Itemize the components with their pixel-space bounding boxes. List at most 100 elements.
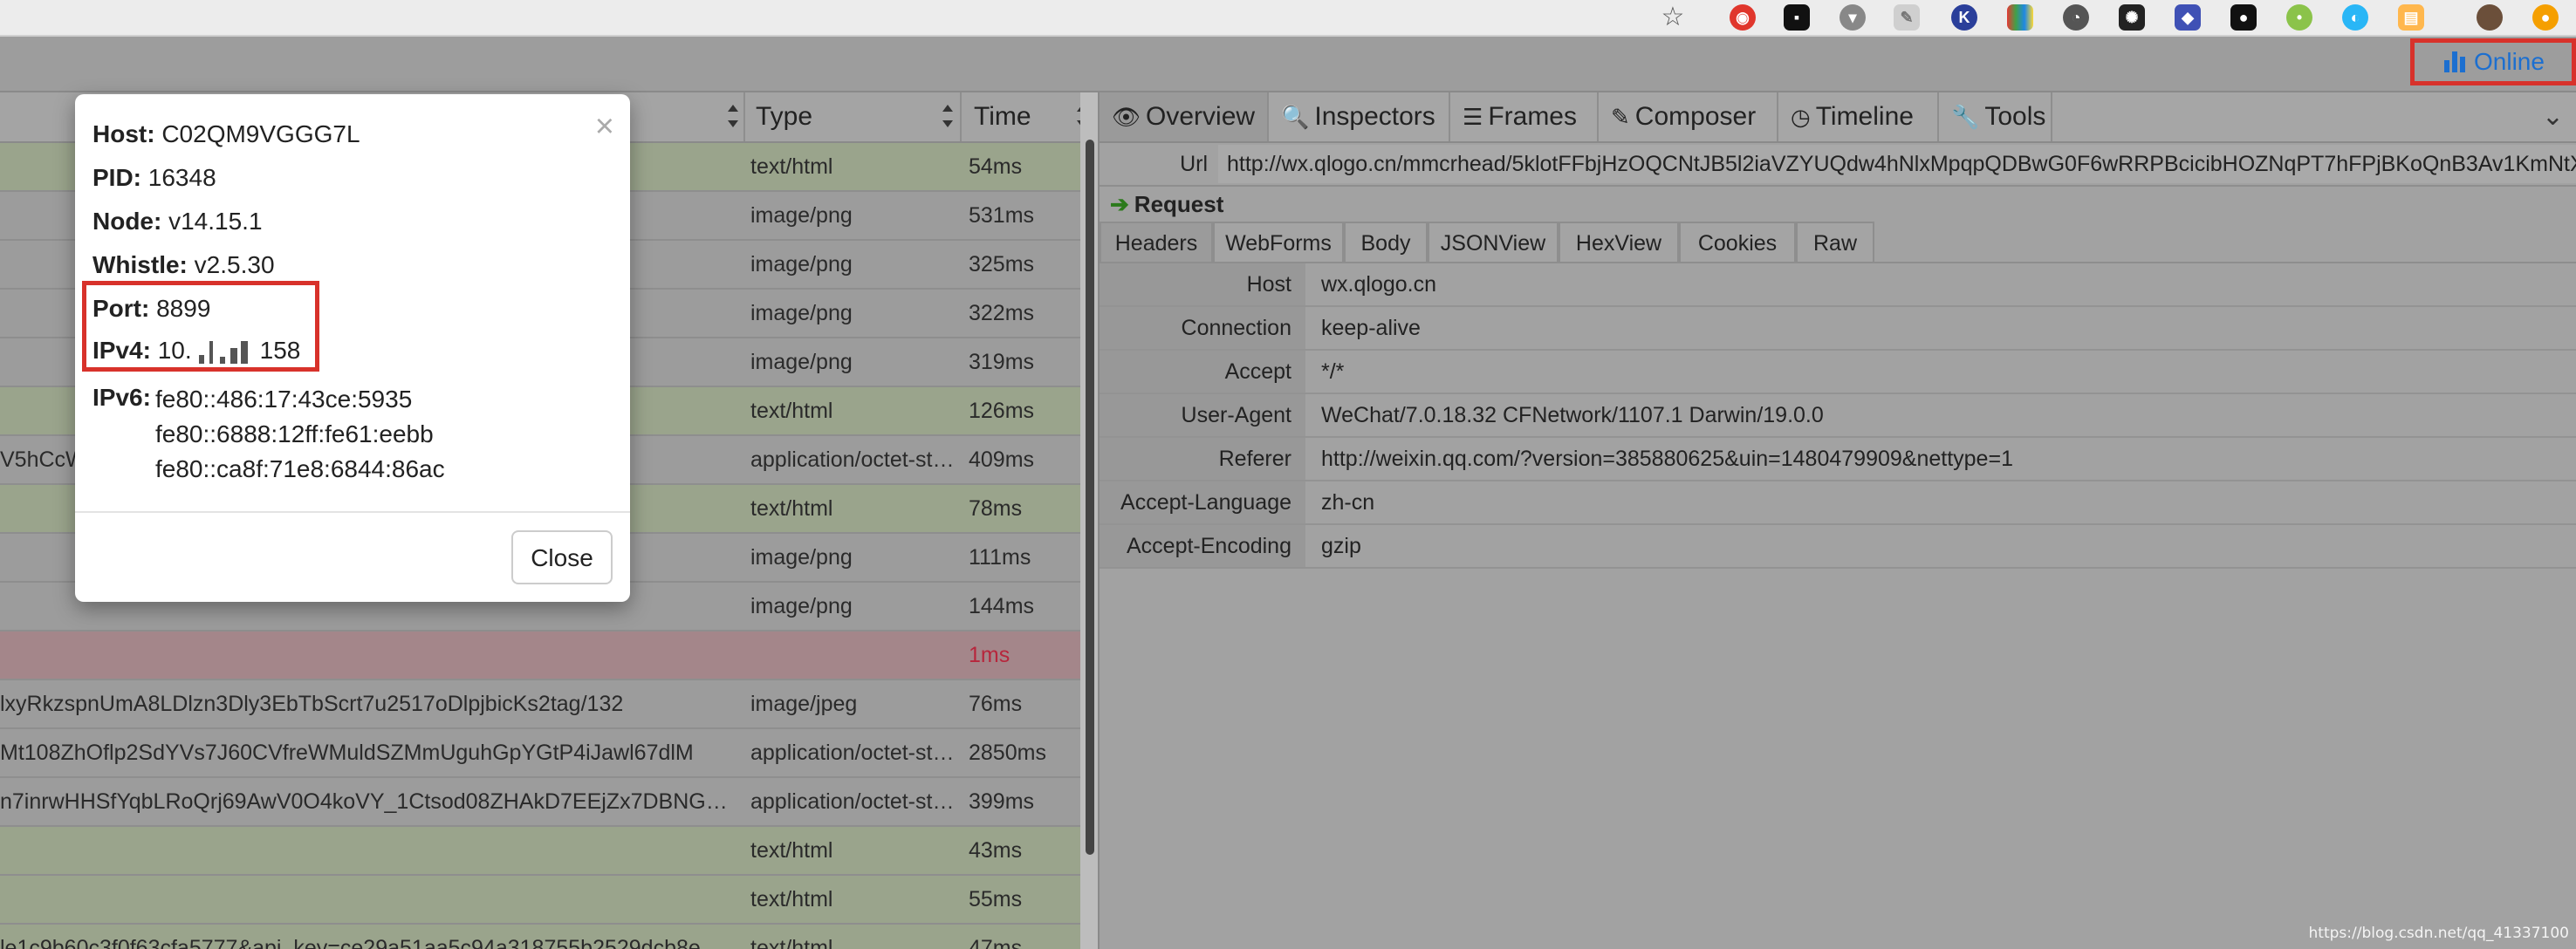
extension-note-icon[interactable]: ▤ bbox=[2398, 4, 2424, 31]
column-time-header[interactable]: Time bbox=[974, 92, 1031, 141]
tab-frames[interactable]: ☰ Frames bbox=[1450, 92, 1599, 141]
pid-label: PID: bbox=[92, 164, 141, 191]
chevron-down-icon[interactable]: ⌄ bbox=[2542, 101, 2564, 132]
tab-label: Timeline bbox=[1815, 102, 1914, 131]
sort-time-icon[interactable] bbox=[1075, 103, 1080, 129]
row-time: 322ms bbox=[969, 301, 1035, 325]
row-type: image/png bbox=[750, 350, 853, 374]
clock-icon: ◷ bbox=[1791, 104, 1811, 130]
tab-inspectors[interactable]: 🔍 Inspectors bbox=[1269, 92, 1450, 141]
row-time: 2850ms bbox=[969, 741, 1046, 765]
subtab-body[interactable]: Body bbox=[1344, 222, 1428, 262]
list-scrollbar[interactable] bbox=[1086, 140, 1094, 855]
extension-feather-icon[interactable]: ✎ bbox=[1894, 4, 1920, 31]
table-row[interactable]: le1c9b60c3f0f63cfa5777&api_key=ce29a51aa… bbox=[0, 925, 1080, 949]
table-row[interactable]: n7inrwHHSfYqbLRoQrj69AwV0O4koVY_1Ctsod08… bbox=[0, 778, 1080, 827]
extension-vue-icon[interactable]: ▾ bbox=[1840, 4, 1866, 31]
tab-timeline[interactable]: ◷ Timeline bbox=[1778, 92, 1939, 141]
subtab-raw[interactable]: Raw bbox=[1796, 222, 1874, 262]
wrench-icon: 🔧 bbox=[1951, 104, 1980, 130]
request-section-title[interactable]: ➔ Request bbox=[1110, 187, 1223, 222]
whistle-value: v2.5.30 bbox=[194, 251, 275, 278]
profile-avatar-icon[interactable] bbox=[2477, 4, 2503, 31]
header-value[interactable]: keep-alive bbox=[1321, 307, 1421, 349]
subtab-webforms[interactable]: WebForms bbox=[1213, 222, 1344, 262]
close-icon[interactable]: × bbox=[595, 110, 614, 143]
tab-composer[interactable]: ✎ Composer bbox=[1599, 92, 1778, 141]
request-title-label: Request bbox=[1134, 191, 1224, 217]
ipv6-address: fe80::486:17:43ce:5935 bbox=[155, 386, 413, 413]
request-headers-table: Host wx.qlogo.cn Connection keep-alive Accep… bbox=[1100, 263, 2576, 569]
column-type-header[interactable]: Type bbox=[756, 92, 812, 141]
port-line: Port: 8899 bbox=[92, 293, 210, 324]
table-row[interactable]: 1ms bbox=[0, 632, 1080, 680]
table-row[interactable]: lxyRkzspnUmA8LDlzn3Dly3EbTbScrt7u2517oDl… bbox=[0, 680, 1080, 729]
sort-url-icon[interactable] bbox=[726, 103, 740, 129]
extension-red-icon[interactable]: ◉ bbox=[1730, 4, 1756, 31]
header-value[interactable]: http://weixin.qq.com/?version=385880625&… bbox=[1321, 438, 2013, 480]
row-url: lxyRkzspnUmA8LDlzn3Dly3EbTbScrt7u2517oDl… bbox=[0, 692, 624, 716]
extension-jetbrains-icon[interactable]: ▪ bbox=[1784, 4, 1810, 31]
table-row[interactable]: text/html 55ms bbox=[0, 876, 1080, 925]
tab-overview[interactable]: 👁 Overview bbox=[1100, 92, 1269, 141]
sort-type-icon[interactable] bbox=[941, 103, 955, 129]
close-button[interactable]: Close bbox=[511, 530, 613, 584]
pid-value: 16348 bbox=[147, 164, 216, 191]
whistle-line: Whistle: v2.5.30 bbox=[92, 249, 275, 281]
header-row: Host wx.qlogo.cn bbox=[1100, 263, 2576, 307]
url-value[interactable]: http://wx.qlogo.cn/mmcrhead/5klotFFbjHzO… bbox=[1218, 145, 2576, 183]
node-value: v14.15.1 bbox=[168, 208, 263, 235]
row-type: image/png bbox=[750, 594, 853, 618]
header-value[interactable]: wx.qlogo.cn bbox=[1321, 263, 1436, 305]
ipv4-prefix: 10. bbox=[157, 337, 192, 364]
tab-tools[interactable]: 🔧 Tools bbox=[1939, 92, 2052, 141]
row-type: image/jpeg bbox=[750, 692, 858, 716]
subtab-hexview[interactable]: HexView bbox=[1559, 222, 1679, 262]
table-row[interactable]: text/html 43ms bbox=[0, 827, 1080, 876]
extension-clock-icon[interactable]: ◔ bbox=[2063, 4, 2089, 31]
extension-glasses-icon[interactable]: ● bbox=[2230, 4, 2257, 31]
list-icon: ☰ bbox=[1463, 104, 1483, 130]
tab-label: Composer bbox=[1634, 102, 1757, 131]
url-row: Url http://wx.qlogo.cn/mmcrhead/5klotFFb… bbox=[1100, 143, 2576, 187]
whistle-menu-bar: Online bbox=[0, 37, 2576, 92]
row-type: text/html bbox=[750, 887, 833, 911]
host-line: Host: C02QM9VGGG7L bbox=[92, 119, 360, 150]
bookmark-star-icon[interactable]: ☆ bbox=[1660, 4, 1686, 31]
extension-k-icon[interactable]: K bbox=[1951, 4, 1977, 31]
header-row: Referer http://weixin.qq.com/?version=385… bbox=[1100, 438, 2576, 481]
extension-balloon-icon[interactable]: ◐ bbox=[2342, 4, 2368, 31]
port-value: 8899 bbox=[156, 295, 211, 322]
ipv4-line: IPv4: 10. 158 bbox=[92, 335, 300, 366]
row-url: n7inrwHHSfYqbLRoQrj69AwV0O4koVY_1Ctsod08… bbox=[0, 789, 733, 814]
column-separator bbox=[743, 92, 745, 141]
row-type: application/octet-st… bbox=[750, 447, 955, 472]
subtab-cookies[interactable]: Cookies bbox=[1679, 222, 1796, 262]
row-type: image/png bbox=[750, 545, 853, 570]
header-value[interactable]: zh-cn bbox=[1321, 481, 1374, 523]
row-type: image/png bbox=[750, 301, 853, 325]
header-value[interactable]: gzip bbox=[1321, 525, 1361, 567]
ipv4-label: IPv4: bbox=[92, 337, 151, 364]
header-row: Accept-Language zh-cn bbox=[1100, 481, 2576, 525]
table-row[interactable]: Mt108ZhOflp2SdYVs7J60CVfreWMuldSZMmUguhG… bbox=[0, 729, 1080, 778]
whistle-label: Whistle: bbox=[92, 251, 188, 278]
eye-icon: 👁 bbox=[1112, 104, 1141, 130]
request-subtabs: Headers WebForms Body JSONView HexView C… bbox=[1100, 222, 2576, 263]
header-row: Connection keep-alive bbox=[1100, 307, 2576, 351]
online-button[interactable]: Online bbox=[2410, 38, 2576, 85]
redacted-mask-icon bbox=[195, 340, 257, 364]
header-key: Referer bbox=[1100, 438, 1305, 480]
extension-react-icon[interactable]: ✺ bbox=[2119, 4, 2145, 31]
extension-orange-icon[interactable]: ● bbox=[2532, 4, 2559, 31]
subtab-jsonview[interactable]: JSONView bbox=[1428, 222, 1559, 262]
row-time: 1ms bbox=[969, 643, 1011, 667]
watermark-text: https://blog.csdn.net/qq_41337100 bbox=[2308, 925, 2569, 942]
extension-grid-icon[interactable] bbox=[2007, 4, 2033, 31]
header-key: Host bbox=[1100, 263, 1305, 305]
header-value[interactable]: */* bbox=[1321, 351, 1344, 393]
extension-green-dot-icon[interactable]: • bbox=[2286, 4, 2312, 31]
extension-shield-icon[interactable]: ◆ bbox=[2175, 4, 2201, 31]
header-value[interactable]: WeChat/7.0.18.32 CFNetwork/1107.1 Darwin… bbox=[1321, 394, 1824, 436]
subtab-headers[interactable]: Headers bbox=[1100, 222, 1213, 262]
